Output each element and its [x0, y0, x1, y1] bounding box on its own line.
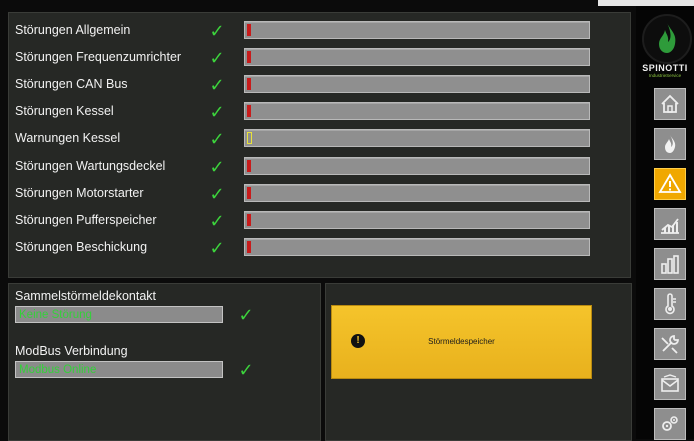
- sidebar-nav: SPINOTTI IndustrieService: [636, 6, 694, 440]
- trend-chart-icon: [661, 218, 679, 234]
- status-row-label: Warnungen Kessel: [15, 131, 121, 146]
- check-icon: ✓: [209, 210, 225, 231]
- status-row: Störungen Frequenzumrichter ✓: [9, 44, 630, 71]
- thermometer-icon: [665, 293, 676, 315]
- status-level-bar: [244, 102, 590, 121]
- status-row-label: Störungen Frequenzumrichter: [15, 50, 182, 65]
- status-level-bar: [244, 210, 590, 229]
- nav-button-warning[interactable]: [654, 168, 686, 200]
- fault-status-panel: Störungen Allgemein ✓ Störungen Frequenzum…: [8, 12, 631, 278]
- tools-icon: [661, 335, 679, 354]
- status-level-bar: [244, 129, 590, 148]
- nav-button-bar-chart[interactable]: [654, 248, 686, 280]
- warning-icon: [658, 173, 682, 193]
- status-row: Störungen Pufferspeicher ✓: [9, 207, 630, 234]
- status-level-bar: [244, 21, 590, 39]
- status-row: Störungen Allgemein ✓: [9, 17, 630, 44]
- fault-memory-label: Störmeldespeicher: [428, 337, 495, 346]
- brand-logo-text: SPINOTTI: [642, 63, 688, 73]
- modbus-check-icon: ✓: [238, 360, 254, 380]
- home-icon: [661, 94, 679, 113]
- status-level-indicator: [247, 78, 251, 91]
- check-icon: ✓: [209, 129, 225, 150]
- status-row: Störungen CAN Bus ✓: [9, 71, 630, 98]
- check-icon: ✓: [209, 48, 225, 69]
- summary-panel: Sammelstörmeldekontakt Keine Störung ✓ M…: [8, 283, 321, 441]
- check-icon: ✓: [209, 21, 225, 41]
- status-row-label: Störungen CAN Bus: [15, 77, 128, 92]
- nav-button-mail[interactable]: [654, 368, 686, 400]
- check-icon: ✓: [209, 183, 225, 204]
- check-icon: ✓: [209, 75, 225, 96]
- status-row-label: Störungen Wartungsdeckel: [15, 158, 166, 173]
- status-row: Störungen Beschickung ✓: [9, 234, 630, 261]
- status-level-indicator: [247, 132, 252, 145]
- check-icon: ✓: [209, 237, 225, 258]
- status-row-label: Störungen Motorstarter: [15, 185, 144, 200]
- sammel-check-icon: ✓: [238, 305, 254, 325]
- status-level-bar: [244, 75, 590, 94]
- nav-button-thermometer[interactable]: [654, 288, 686, 320]
- sammel-status-field: Keine Störung: [15, 306, 223, 323]
- status-row: Störungen Kessel ✓: [9, 98, 630, 125]
- status-row-label: Störungen Beschickung: [15, 239, 148, 254]
- status-level-indicator: [247, 105, 251, 118]
- nav-button-gears[interactable]: [654, 408, 686, 440]
- sammel-label: Sammelstörmeldekontakt: [15, 289, 157, 303]
- fault-memory-panel: ! Störmeldespeicher: [325, 283, 632, 441]
- status-level-indicator: [247, 159, 251, 172]
- status-row-label: Störungen Kessel: [15, 104, 114, 119]
- status-level-indicator: [247, 186, 251, 199]
- gears-icon: [662, 416, 678, 431]
- brand-logo-subtext: IndustrieService: [648, 73, 682, 78]
- modbus-status-field: Modbus Online: [15, 361, 223, 378]
- status-level-bar: [244, 156, 590, 175]
- nav-button-home[interactable]: [654, 88, 686, 120]
- status-level-bar: [244, 237, 590, 256]
- bar-chart-icon: [661, 255, 679, 274]
- check-icon: ✓: [209, 156, 225, 177]
- status-row: Störungen Motorstarter ✓: [9, 180, 630, 207]
- status-row: Warnungen Kessel ✓: [9, 125, 630, 152]
- modbus-label: ModBus Verbindung: [15, 344, 128, 358]
- status-row: Störungen Wartungsdeckel ✓: [9, 153, 630, 180]
- nav-button-flame[interactable]: [654, 128, 686, 160]
- status-level-indicator: [247, 51, 251, 64]
- status-row-label: Störungen Allgemein: [15, 23, 131, 37]
- status-level-bar: [244, 48, 590, 67]
- nav-button-trend-chart[interactable]: [654, 208, 686, 240]
- status-level-indicator: [247, 240, 251, 253]
- status-row-label: Störungen Pufferspeicher: [15, 212, 157, 227]
- flame-icon: [665, 135, 676, 153]
- check-icon: ✓: [209, 102, 225, 123]
- mail-icon: [661, 374, 679, 392]
- nav-button-tools[interactable]: [654, 328, 686, 360]
- fault-memory-button[interactable]: ! Störmeldespeicher: [331, 305, 592, 379]
- status-level-indicator: [247, 213, 251, 226]
- status-level-bar: [244, 183, 590, 202]
- status-level-indicator: [247, 24, 251, 36]
- flame-logo-icon: [642, 14, 692, 64]
